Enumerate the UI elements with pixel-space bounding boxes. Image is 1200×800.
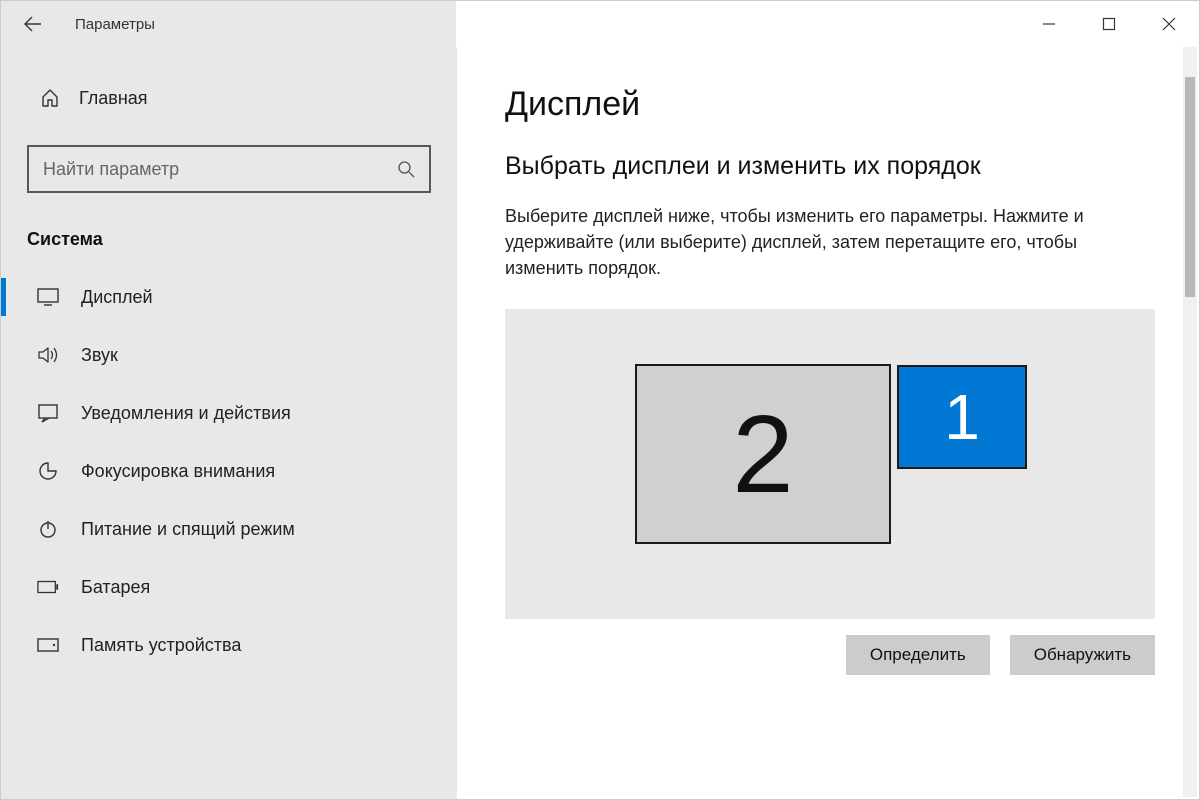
window-title: Параметры [75, 16, 155, 33]
minimize-button[interactable] [1019, 1, 1079, 47]
search-box[interactable] [27, 145, 431, 193]
sidebar-item-label: Дисплей [81, 287, 153, 308]
main-area: Главная Система Дисплей Звук Уведо [1, 47, 1199, 799]
minimize-icon [1042, 17, 1056, 31]
sidebar-home-label: Главная [79, 88, 148, 109]
sidebar-item-storage[interactable]: Память устройства [1, 616, 457, 674]
identify-button[interactable]: Определить [846, 635, 990, 675]
battery-icon [37, 576, 59, 598]
search-icon [397, 160, 415, 178]
window-controls [1019, 1, 1199, 47]
sidebar-item-label: Память устройства [81, 635, 241, 656]
scrollbar-thumb[interactable] [1185, 77, 1195, 297]
monitor-label: 1 [944, 380, 980, 454]
detect-button[interactable]: Обнаружить [1010, 635, 1155, 675]
sidebar-item-power[interactable]: Питание и спящий режим [1, 500, 457, 558]
display-icon [37, 286, 59, 308]
back-button[interactable] [19, 10, 47, 38]
scrollbar[interactable] [1183, 47, 1197, 797]
monitor-tile-1[interactable]: 1 [897, 365, 1027, 469]
sidebar-item-label: Уведомления и действия [81, 403, 291, 424]
display-arrange-area[interactable]: 2 1 [505, 309, 1155, 619]
sidebar-home[interactable]: Главная [1, 77, 457, 119]
sidebar-item-label: Питание и спящий режим [81, 519, 295, 540]
home-icon [39, 87, 61, 109]
maximize-button[interactable] [1079, 1, 1139, 47]
titlebar: Параметры [1, 1, 1199, 47]
section-title: Выбрать дисплеи и изменить их порядок [505, 152, 1151, 181]
sidebar: Главная Система Дисплей Звук Уведо [1, 47, 457, 799]
monitor-label: 2 [732, 391, 793, 518]
sidebar-item-label: Звук [81, 345, 118, 366]
maximize-icon [1102, 17, 1116, 31]
monitor-tile-2[interactable]: 2 [635, 364, 891, 544]
sidebar-item-battery[interactable]: Батарея [1, 558, 457, 616]
search-input[interactable] [43, 159, 397, 180]
sidebar-item-label: Фокусировка внимания [81, 461, 275, 482]
sidebar-category: Система [1, 215, 457, 268]
sound-icon [37, 344, 59, 366]
sidebar-item-display[interactable]: Дисплей [1, 268, 457, 326]
display-buttons: Определить Обнаружить [505, 635, 1155, 675]
content-area: Дисплей Выбрать дисплеи и изменить их по… [457, 47, 1199, 799]
close-button[interactable] [1139, 1, 1199, 47]
page-title: Дисплей [505, 85, 1151, 124]
focus-icon [37, 460, 59, 482]
arrow-left-icon [24, 15, 42, 33]
sidebar-item-focus[interactable]: Фокусировка внимания [1, 442, 457, 500]
power-icon [37, 518, 59, 540]
section-description: Выберите дисплей ниже, чтобы изменить ег… [505, 203, 1145, 281]
notifications-icon [37, 402, 59, 424]
sidebar-item-notifications[interactable]: Уведомления и действия [1, 384, 457, 442]
sidebar-item-label: Батарея [81, 577, 150, 598]
storage-icon [37, 634, 59, 656]
close-icon [1162, 17, 1176, 31]
sidebar-item-sound[interactable]: Звук [1, 326, 457, 384]
